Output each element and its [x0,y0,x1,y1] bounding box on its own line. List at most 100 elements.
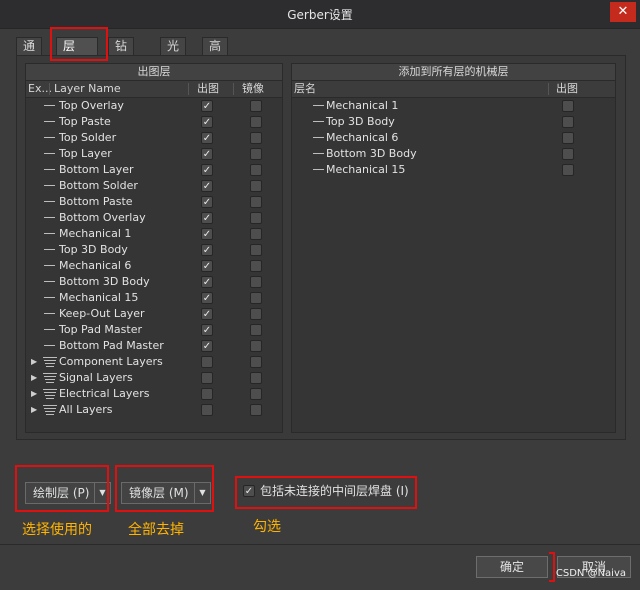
plot-checkbox[interactable] [562,148,574,160]
layer-stack-icon [43,373,57,383]
layer-name: Bottom Solder [59,179,138,192]
layer-row[interactable]: Bottom Solder ✓ [26,178,282,194]
plot-checkbox[interactable]: ✓ [201,148,213,160]
close-button[interactable]: ✕ [610,2,636,22]
plot-checkbox[interactable] [201,388,213,400]
tab-drill-drawing[interactable]: 钻孔图层 [108,37,135,104]
layer-line-icon [44,121,55,122]
plot-checkbox[interactable] [562,116,574,128]
mirror-checkbox[interactable] [250,324,262,336]
output-layers-list: Top Overlay ✓ Top Paste ✓ Top Solder ✓ Top Lay… [26,98,282,418]
layer-row[interactable]: Bottom 3D Body ✓ [26,274,282,290]
layer-group-row[interactable]: ▶ All Layers [26,402,282,418]
plot-checkbox[interactable]: ✓ [201,260,213,272]
plot-checkbox[interactable] [562,164,574,176]
layer-row[interactable]: Top Pad Master ✓ [26,322,282,338]
column-plot-right[interactable]: 出图 [556,81,578,97]
plot-checkbox[interactable]: ✓ [201,276,213,288]
mechanical-layer-row[interactable]: Bottom 3D Body [292,146,615,162]
mirror-checkbox[interactable] [250,276,262,288]
layer-line-icon [313,153,324,154]
column-plot[interactable]: 出图 [197,81,219,97]
mirror-checkbox[interactable] [250,228,262,240]
plot-checkbox[interactable]: ✓ [201,324,213,336]
mechanical-layer-row[interactable]: Mechanical 1 [292,98,615,114]
mirror-checkbox[interactable] [250,308,262,320]
mirror-checkbox[interactable] [250,116,262,128]
tab-general[interactable]: 通用 [16,37,43,70]
mechanical-layer-row[interactable]: Top 3D Body [292,114,615,130]
layer-line-icon [44,153,55,154]
layer-stack-icon [43,405,57,415]
layer-row[interactable]: Bottom Paste ✓ [26,194,282,210]
mirror-checkbox[interactable] [250,388,262,400]
layer-group-row[interactable]: ▶ Component Layers [26,354,282,370]
column-mirror[interactable]: 镜像 [242,81,264,97]
layer-row[interactable]: Mechanical 1 ✓ [26,226,282,242]
mirror-checkbox[interactable] [250,260,262,272]
plot-checkbox[interactable]: ✓ [201,196,213,208]
mirror-checkbox[interactable] [250,340,262,352]
mirror-checkbox[interactable] [250,404,262,416]
mechanical-layer-row[interactable]: Mechanical 6 [292,130,615,146]
layer-row[interactable]: Top Layer ✓ [26,146,282,162]
tab-advanced[interactable]: 高级 [202,37,229,70]
layer-row[interactable]: Bottom Overlay ✓ [26,210,282,226]
plot-checkbox[interactable]: ✓ [201,308,213,320]
mechanical-layer-name: Mechanical 1 [326,99,399,112]
layer-row[interactable]: Top Solder ✓ [26,130,282,146]
layer-row[interactable]: Top Overlay ✓ [26,98,282,114]
mechanical-layer-row[interactable]: Mechanical 15 [292,162,615,178]
output-layers-title: 出图层 [26,64,282,81]
expand-arrow-icon[interactable]: ▶ [31,354,37,370]
layer-row[interactable]: Bottom Layer ✓ [26,162,282,178]
annotation-box-mirror [115,465,214,512]
mirror-checkbox[interactable] [250,212,262,224]
layer-row[interactable]: Mechanical 15 ✓ [26,290,282,306]
plot-checkbox[interactable]: ✓ [201,116,213,128]
plot-checkbox[interactable]: ✓ [201,292,213,304]
plot-checkbox[interactable]: ✓ [201,180,213,192]
mirror-checkbox[interactable] [250,244,262,256]
layer-row[interactable]: Bottom Pad Master ✓ [26,338,282,354]
plot-checkbox[interactable]: ✓ [201,340,213,352]
mirror-checkbox[interactable] [250,180,262,192]
expand-arrow-icon[interactable]: ▶ [31,386,37,402]
mirror-checkbox[interactable] [250,292,262,304]
plot-checkbox[interactable] [201,372,213,384]
layer-group-row[interactable]: ▶ Electrical Layers [26,386,282,402]
column-layer-name[interactable]: Layer Name [54,81,121,97]
layer-group-row[interactable]: ▶ Signal Layers [26,370,282,386]
tab-apertures[interactable]: 光圈 [160,37,187,70]
layer-row[interactable]: Top 3D Body ✓ [26,242,282,258]
mirror-checkbox[interactable] [250,148,262,160]
plot-checkbox[interactable]: ✓ [201,132,213,144]
mirror-checkbox[interactable] [250,132,262,144]
plot-checkbox[interactable] [201,356,213,368]
mirror-checkbox[interactable] [250,372,262,384]
ok-button[interactable]: 确定 [476,556,548,578]
layer-group-name: Signal Layers [59,371,133,384]
expand-arrow-icon[interactable]: ▶ [31,370,37,386]
mirror-checkbox[interactable] [250,100,262,112]
layer-row[interactable]: Mechanical 6 ✓ [26,258,282,274]
column-layer-name-right[interactable]: 层名 [294,81,316,97]
mechanical-layer-name: Bottom 3D Body [326,147,417,160]
plot-checkbox[interactable] [201,404,213,416]
layer-name: Top 3D Body [59,243,128,256]
plot-checkbox[interactable]: ✓ [201,244,213,256]
mirror-checkbox[interactable] [250,196,262,208]
plot-checkbox[interactable]: ✓ [201,100,213,112]
layer-row[interactable]: Keep-Out Layer ✓ [26,306,282,322]
mirror-checkbox[interactable] [250,164,262,176]
layer-row[interactable]: Top Paste ✓ [26,114,282,130]
expand-arrow-icon[interactable]: ▶ [31,402,37,418]
plot-checkbox[interactable]: ✓ [201,228,213,240]
plot-checkbox[interactable]: ✓ [201,212,213,224]
mirror-checkbox[interactable] [250,356,262,368]
layer-line-icon [44,345,55,346]
plot-checkbox[interactable] [562,132,574,144]
plot-checkbox[interactable]: ✓ [201,164,213,176]
layer-group-name: Electrical Layers [59,387,150,400]
plot-checkbox[interactable] [562,100,574,112]
